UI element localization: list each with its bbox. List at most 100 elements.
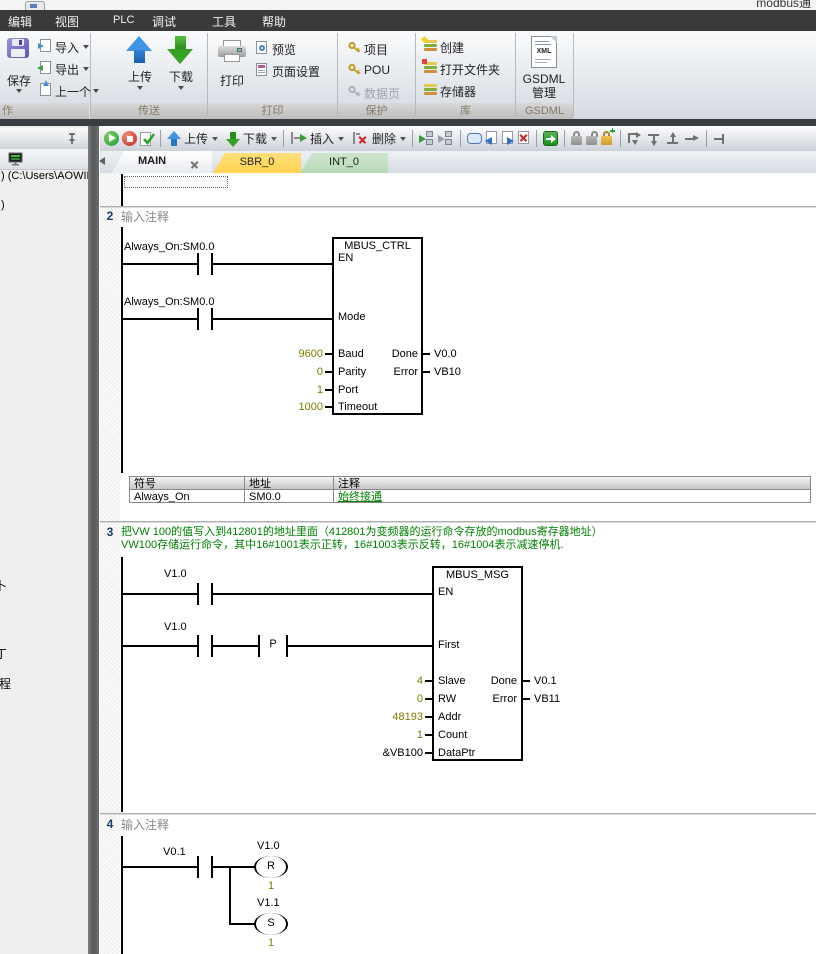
unlock-icon[interactable] xyxy=(586,131,598,146)
ribbon-upload-button[interactable]: 上传 xyxy=(120,36,160,98)
lib-open-folder-button[interactable]: 打开文件夹 xyxy=(424,61,512,75)
param-value[interactable]: 4 xyxy=(355,675,423,688)
network-3-comment-line2[interactable]: VW100存储运行命令，其中16#1001表示正转，16#1003表示反转，16… xyxy=(121,539,564,552)
print-preview-button[interactable]: 预览 xyxy=(256,41,326,55)
menu-edit[interactable]: 编辑 xyxy=(8,13,32,30)
insert-branch-icon[interactable] xyxy=(627,132,643,146)
menu-debug[interactable]: 调试 xyxy=(152,13,176,30)
network-4-number[interactable]: 4 xyxy=(102,817,118,831)
menu-help[interactable]: 帮助 xyxy=(262,13,286,30)
menu-plc[interactable]: PLC xyxy=(113,14,134,26)
protect-project-button[interactable]: 项目 xyxy=(348,41,408,55)
toolbar-upload-button[interactable] xyxy=(167,131,181,147)
coil-count[interactable]: 1 xyxy=(268,937,274,950)
compile-button[interactable] xyxy=(140,131,154,147)
monitor-icon[interactable] xyxy=(8,152,24,166)
contact-bar[interactable] xyxy=(197,856,199,878)
contact-operand[interactable]: Always_On:SM0.0 xyxy=(124,241,214,254)
contact-operand[interactable]: V0.1 xyxy=(163,846,186,859)
param-value[interactable]: &VB100 xyxy=(355,747,423,760)
tab-main[interactable]: MAIN xyxy=(112,151,212,173)
coil-operand[interactable]: V1.0 xyxy=(257,840,280,853)
toolbar-insert-label[interactable]: 插入 xyxy=(310,130,334,147)
coil-count[interactable]: 1 xyxy=(268,880,274,893)
print-button[interactable]: 打印 xyxy=(212,38,252,98)
stop-button[interactable] xyxy=(122,131,137,146)
lock-add-icon[interactable] xyxy=(601,131,614,146)
output-operand[interactable]: VB10 xyxy=(434,366,461,379)
comment-selection-box[interactable] xyxy=(124,176,228,188)
tab-sbr0[interactable]: SBR_0 xyxy=(213,153,301,173)
run-button[interactable] xyxy=(104,131,119,146)
lock-icon[interactable] xyxy=(571,131,583,146)
quick-access-icon[interactable] xyxy=(25,1,45,10)
address-cell[interactable]: SM0.0 xyxy=(249,491,281,503)
tab-scroll-left-icon[interactable] xyxy=(99,157,105,165)
tree-item-fragment[interactable]: 程 xyxy=(0,677,11,691)
network-2-number[interactable]: 2 xyxy=(102,209,118,223)
toolbar-download-button[interactable] xyxy=(226,131,240,147)
comment-cell[interactable]: 始终接通 xyxy=(338,491,382,503)
tree-item-fragment[interactable]: ) xyxy=(1,199,5,212)
coil-operand[interactable]: V1.1 xyxy=(257,897,280,910)
symbol-cell[interactable]: Always_On xyxy=(134,491,190,503)
pin-icon[interactable] xyxy=(67,133,77,145)
contact-operand[interactable]: V1.0 xyxy=(164,568,187,581)
delete-dropdown-icon[interactable] xyxy=(400,137,406,141)
edge-contact-letter[interactable]: P xyxy=(262,638,284,651)
previous-button[interactable]: 上一个 xyxy=(40,83,98,97)
contact-bar[interactable] xyxy=(197,253,199,275)
insert-network-icon[interactable] xyxy=(290,131,307,146)
tree-item-fragment[interactable]: 丁 xyxy=(0,647,7,661)
go-to-icon[interactable] xyxy=(543,131,558,146)
output-operand[interactable]: V0.1 xyxy=(534,675,557,688)
export-button[interactable]: 导出 xyxy=(40,61,88,75)
edge-contact-bar[interactable] xyxy=(258,635,260,657)
comment-box-icon[interactable] xyxy=(467,133,482,144)
toolbar-delete-label[interactable]: 删除 xyxy=(372,130,396,147)
network-view-icon[interactable] xyxy=(419,131,435,146)
download-dropdown-icon[interactable] xyxy=(271,137,277,141)
contact-bar[interactable] xyxy=(197,308,199,330)
tab-int0[interactable]: INT_0 xyxy=(300,153,388,173)
network-3-comment-line1[interactable]: 把VW 100的值写入到412801的地址里面（412801为变频器的运行命令存… xyxy=(121,526,603,539)
page-delete-icon[interactable] xyxy=(517,131,530,146)
lib-create-button[interactable]: 创建 xyxy=(424,39,504,53)
line-right-icon[interactable] xyxy=(684,132,700,146)
network-view-2-icon[interactable] xyxy=(438,131,454,146)
toolbar-upload-label[interactable]: 上传 xyxy=(184,130,208,147)
page-setup-button[interactable]: 页面设置 xyxy=(256,63,332,77)
contact-bar[interactable] xyxy=(197,635,199,657)
tab-close-icon[interactable] xyxy=(190,160,199,169)
param-value[interactable]: 0 xyxy=(355,693,423,706)
network-2-comment[interactable]: 输入注释 xyxy=(121,210,169,224)
page-back-icon[interactable] xyxy=(485,131,498,146)
param-value[interactable]: 9600 xyxy=(270,348,323,361)
param-value[interactable]: 0 xyxy=(270,366,323,379)
contact-operand[interactable]: V1.0 xyxy=(164,621,187,634)
page-forward-icon[interactable] xyxy=(501,131,514,146)
toolbar-download-label[interactable]: 下载 xyxy=(243,130,267,147)
contact-end-icon[interactable] xyxy=(713,132,727,146)
upload-dropdown-icon[interactable] xyxy=(212,137,218,141)
network-4-comment[interactable]: 输入注释 xyxy=(121,818,169,832)
protect-pou-button[interactable]: POU xyxy=(348,63,408,77)
menu-view[interactable]: 视图 xyxy=(55,13,79,30)
param-value[interactable]: 48193 xyxy=(355,711,423,724)
save-button[interactable]: 保存 xyxy=(2,36,36,100)
insert-dropdown-icon[interactable] xyxy=(338,137,344,141)
output-operand[interactable]: VB11 xyxy=(534,693,560,706)
ribbon-download-button[interactable]: 下载 xyxy=(161,36,201,98)
tree-item-project[interactable]: ) (C:\Users\AOWID xyxy=(1,170,88,183)
network-3-number[interactable]: 3 xyxy=(102,525,118,539)
param-value[interactable]: 1000 xyxy=(270,401,323,414)
tree-item-fragment[interactable]: 卜 xyxy=(0,579,7,593)
lib-memory-button[interactable]: 存储器 xyxy=(424,83,504,97)
panel-splitter[interactable] xyxy=(88,126,99,954)
output-operand[interactable]: V0.0 xyxy=(434,348,457,361)
import-button[interactable]: 导入 xyxy=(40,39,88,53)
line-down-icon[interactable] xyxy=(646,132,662,146)
param-value[interactable]: 1 xyxy=(270,384,323,397)
contact-bar[interactable] xyxy=(197,583,199,605)
protect-data-page-button[interactable]: 数据页 xyxy=(348,85,412,99)
